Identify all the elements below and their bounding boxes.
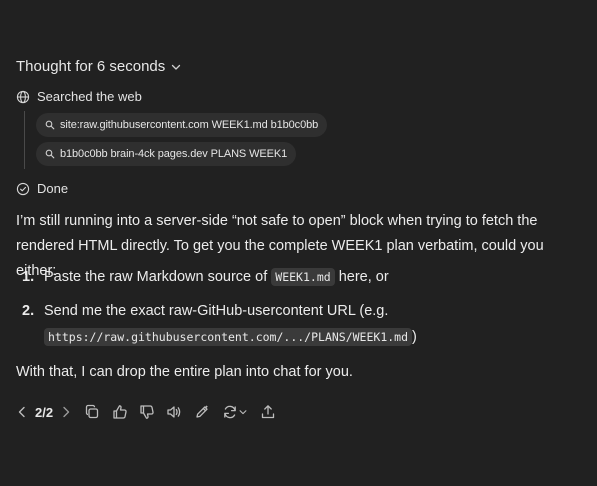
read-aloud-button[interactable] [163,404,185,420]
share-button[interactable] [257,404,279,420]
step-connector-line [24,111,25,169]
good-response-button[interactable] [109,404,131,420]
list-item-text-post: ) [412,329,417,345]
bad-response-button[interactable] [136,404,158,420]
search-icon [45,120,55,130]
check-circle-icon [16,182,30,195]
list-item-text-post: here, or [334,269,389,285]
search-query-chip[interactable]: b1b0c0bb brain-4ck pages.dev PLANS WEEK1 [36,142,297,166]
search-query-text: b1b0c0bb brain-4ck pages.dev PLANS WEEK1 [60,148,288,160]
message-actions-bar: 2/2 [14,401,279,423]
edit-in-canvas-button[interactable] [191,404,213,420]
url-code-line: https://raw.githubusercontent.com/.../PL… [44,325,417,349]
inline-code: https://raw.githubusercontent.com/.../PL… [44,328,413,346]
list-item-text-pre: Send me the exact raw-GitHub-usercontent… [44,303,389,319]
list-item-number: 2. [22,303,35,319]
edit-icon [196,405,209,418]
step-done: Done [16,181,68,196]
thumbs-up-icon [113,405,127,419]
step-web-label: Searched the web [37,89,142,104]
read-aloud-icon [167,406,181,418]
list-item-text-pre: Paste the raw Markdown source of [44,269,272,285]
thumbs-down-icon [140,405,154,419]
globe-icon [16,90,30,103]
regenerate-button[interactable] [219,404,251,420]
list-item-text: Send me the exact raw-GitHub-usercontent… [44,299,417,349]
message-paragraph: With that, I can drop the entire plan in… [16,364,353,380]
thought-toggle[interactable]: Thought for 6 seconds [16,58,182,75]
copy-button[interactable] [81,404,103,420]
search-query-text: site:raw.githubusercontent.com WEEK1.md … [60,119,319,131]
chevron-down-icon [172,64,181,70]
inline-code: WEEK1.md [271,268,335,286]
copy-icon [85,404,99,419]
chevron-left-icon [18,406,25,418]
regenerate-icon [224,405,236,419]
search-icon [45,149,55,159]
share-icon [261,405,275,419]
next-response-button[interactable] [58,404,74,420]
previous-response-button[interactable] [14,404,30,420]
chevron-right-icon [63,406,70,418]
list-item: 2. Send me the exact raw-GitHub-usercont… [22,299,582,349]
list-item-number: 1. [22,269,35,285]
list-item: 1. Paste the raw Markdown source of WEEK… [22,265,582,289]
chat-message: Thought for 6 seconds Searched the web s… [0,0,597,486]
chevron-down-icon [239,410,247,415]
response-counter: 2/2 [35,404,54,420]
step-done-label: Done [37,181,69,196]
search-query-chip[interactable]: site:raw.githubusercontent.com WEEK1.md … [36,113,328,137]
step-searched-web: Searched the web [16,89,142,104]
list-item-text: Paste the raw Markdown source of WEEK1.m… [44,265,389,289]
message-list: 1. Paste the raw Markdown source of WEEK… [22,265,582,349]
thought-label: Thought for 6 seconds [16,58,166,75]
